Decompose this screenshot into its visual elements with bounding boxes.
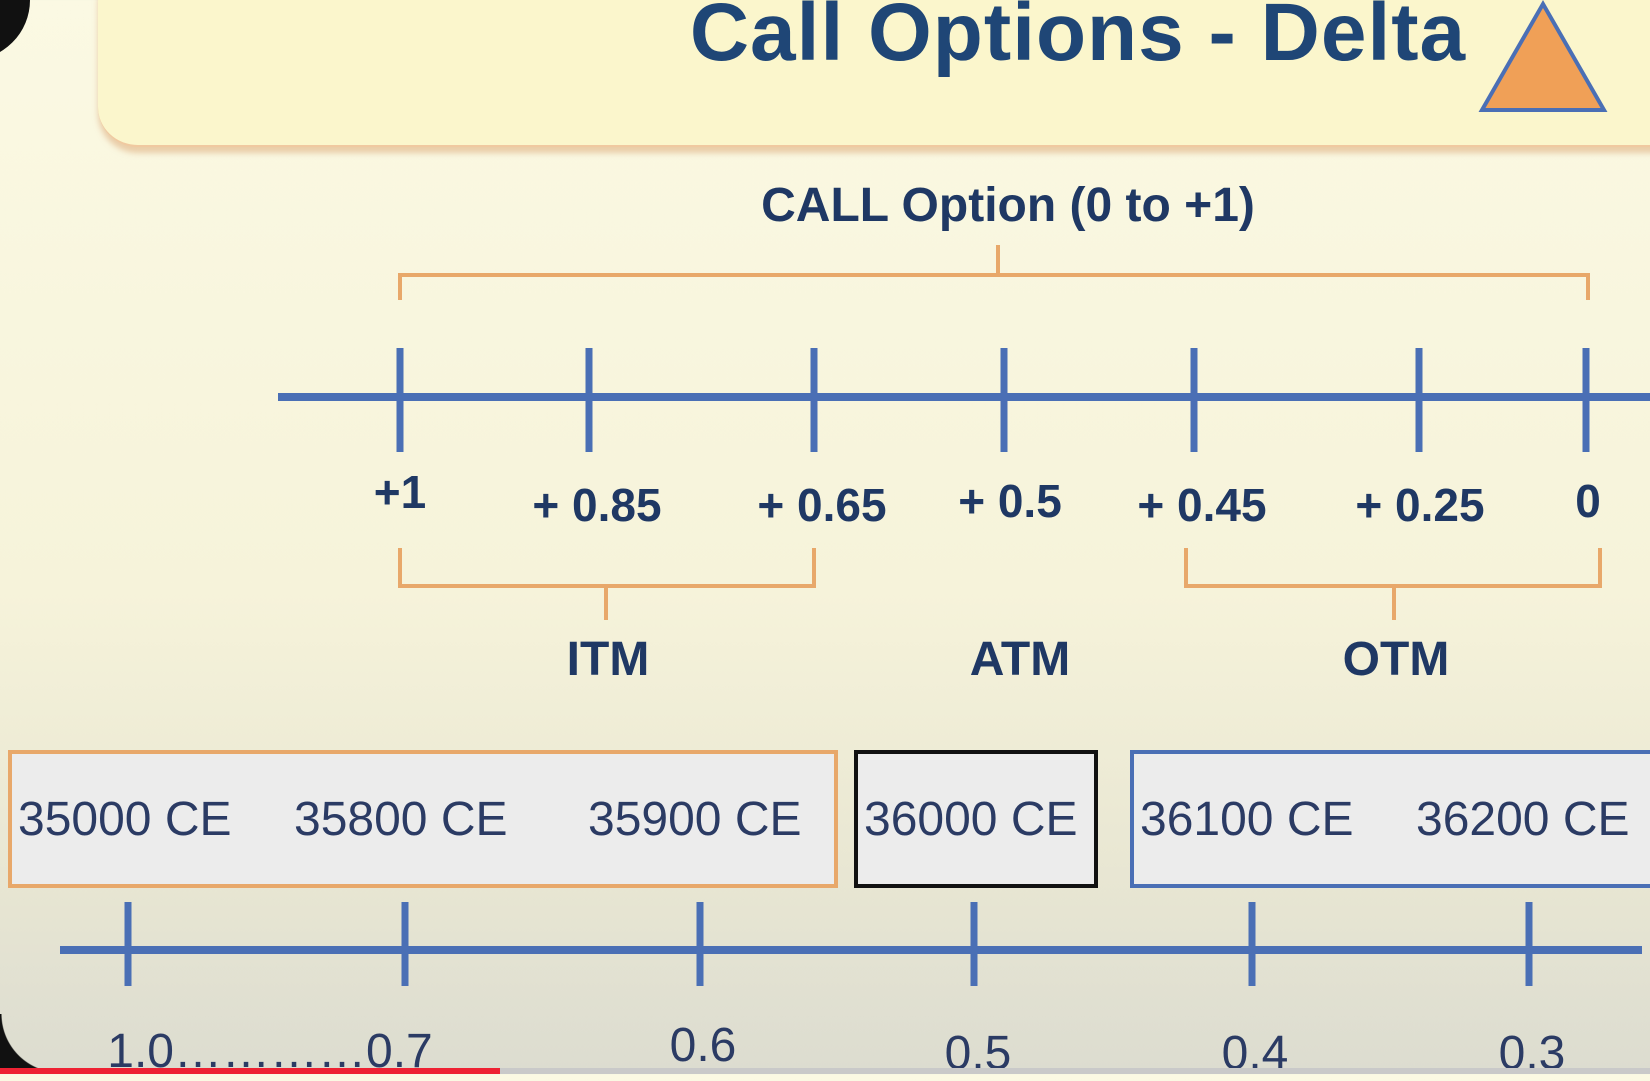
zone-label-otm: OTM [1342,633,1450,686]
delta-label-3: + 0.65 [757,479,887,531]
otm-brace [1184,548,1602,620]
diagram-lines [60,245,1650,986]
strike-label-2: 35800 CE [294,792,508,846]
strike-label-5: 36100 CE [1140,792,1354,846]
strike-label-4: 36000 CE [864,792,1078,846]
delta-label-5: + 0.45 [1137,479,1267,531]
strike-label-3: 35900 CE [588,792,802,846]
zone-label-atm: ATM [969,633,1071,686]
strike-label-6: 36200 CE [1416,792,1630,846]
slide-corner-bottom [0,1014,60,1074]
otm-strike-box: 36100 CE 36200 CE [1130,750,1650,888]
delta-label-1: +1 [373,466,427,518]
zone-label-itm: ITM [566,633,650,686]
strike-label-1: 35000 CE [18,792,232,846]
delta-label-4: + 0.5 [958,475,1062,527]
itm-strike-box: 35000 CE 35800 CE 35900 CE [8,750,838,888]
scale-label-2: 0.6 [669,1019,737,1072]
itm-brace [398,548,816,620]
video-progress-track[interactable] [500,1068,1650,1074]
delta-label-2: + 0.85 [532,479,662,531]
strike-axis-ticks [124,902,1533,986]
range-brace [398,245,1590,300]
delta-label-7: 0 [1575,475,1601,527]
delta-label-6: + 0.25 [1355,479,1485,531]
video-progress-played[interactable] [0,1068,500,1074]
atm-strike-box: 36000 CE [854,750,1098,888]
